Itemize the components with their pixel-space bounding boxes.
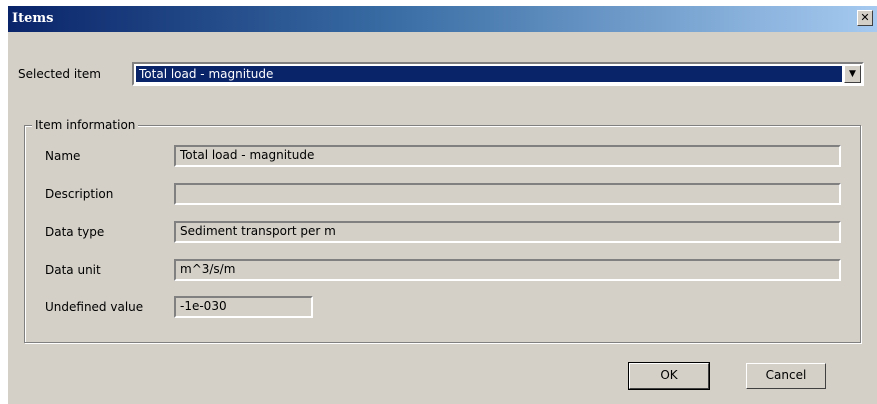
undefined-value-field[interactable]: -1e-030	[174, 296, 313, 318]
cancel-button[interactable]: Cancel	[746, 363, 826, 389]
selected-item-label: Selected item	[18, 67, 101, 81]
title-bar: Items ✕	[8, 6, 877, 32]
data-type-label: Data type	[45, 225, 105, 239]
data-unit-field[interactable]: m^3/s/m	[174, 259, 841, 281]
undefined-value-label: Undefined value	[45, 300, 144, 314]
selected-item-dropdown[interactable]: Total load - magnitude ▼	[132, 62, 864, 86]
close-icon[interactable]: ✕	[857, 10, 873, 26]
name-field[interactable]: Total load - magnitude	[174, 145, 841, 167]
description-label: Description	[45, 187, 114, 201]
chevron-down-icon[interactable]: ▼	[844, 65, 861, 83]
dialog-title: Items	[12, 11, 54, 26]
ok-button[interactable]: OK	[629, 363, 709, 389]
name-label: Name	[45, 149, 81, 163]
data-type-field[interactable]: Sediment transport per m	[174, 221, 841, 243]
items-dialog: Items ✕ Selected item Total load - magni…	[8, 6, 877, 404]
item-information-legend: Item information	[32, 118, 139, 132]
description-field[interactable]	[174, 183, 841, 205]
data-unit-label: Data unit	[45, 263, 101, 277]
selected-item-value: Total load - magnitude	[136, 66, 842, 82]
